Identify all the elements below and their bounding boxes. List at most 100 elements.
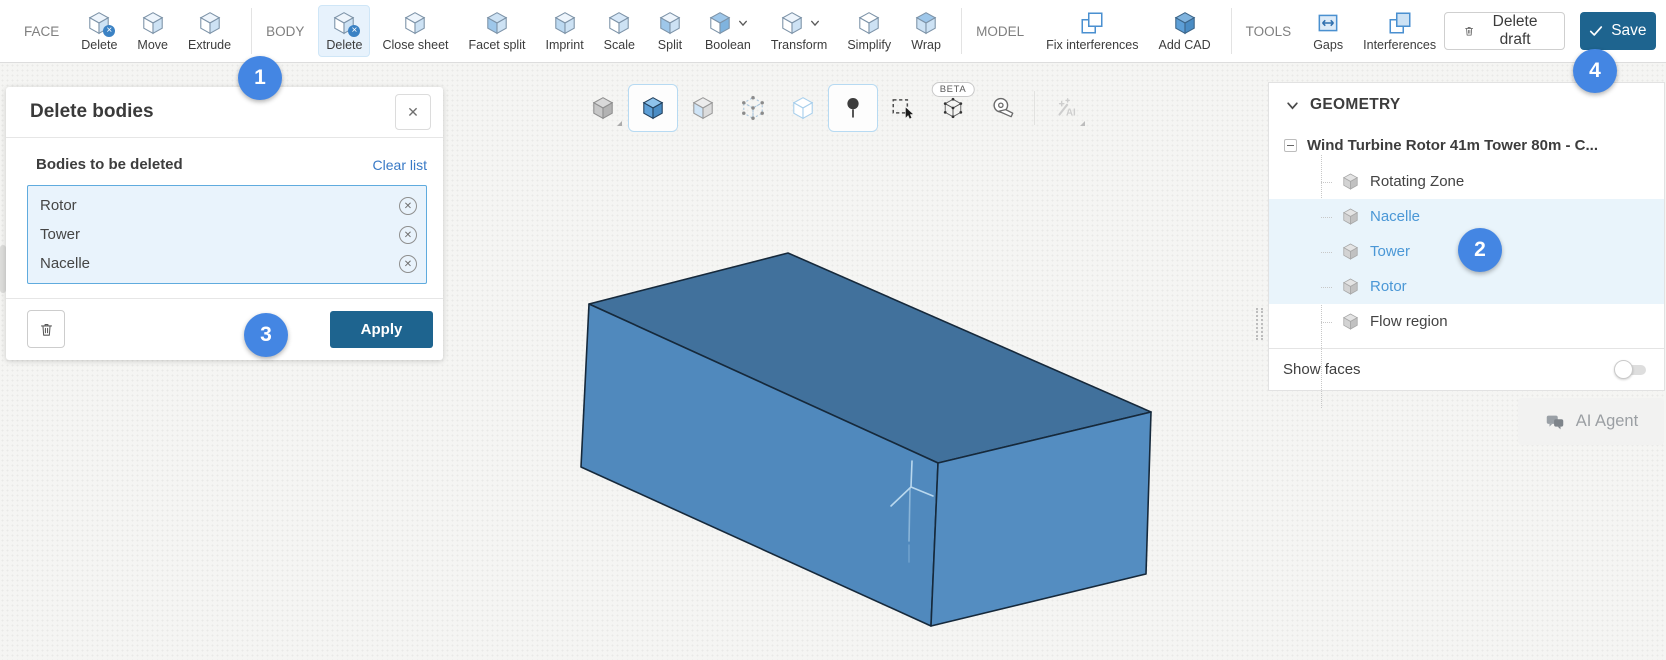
mesh-beta-button[interactable]: BETA [928, 84, 978, 132]
pin-selection-button[interactable] [828, 84, 878, 132]
pin-icon [840, 95, 866, 121]
svg-text:AI: AI [1066, 108, 1076, 119]
beta-badge: BETA [932, 82, 975, 97]
cube-extrude-icon [197, 10, 223, 36]
viewport-toolbar-separator [1034, 91, 1035, 125]
chevron-down-icon[interactable] [810, 18, 820, 28]
topology-cube-icon [942, 97, 964, 119]
body-cube-icon [1341, 312, 1360, 331]
ai-agent-button[interactable]: AI Agent [1518, 398, 1664, 445]
list-item[interactable]: Tower [28, 220, 426, 249]
cube-wrap-icon [913, 10, 939, 36]
ai-tools-button[interactable]: AI [1041, 84, 1091, 132]
overlapping-squares-icon [1079, 10, 1105, 36]
list-item[interactable]: Nacelle [28, 249, 426, 278]
body-split-button[interactable]: Split [647, 5, 693, 57]
tape-measure-icon [990, 95, 1016, 121]
delete-bodies-dialog: Delete bodies Bodies to be deleted Clear… [6, 87, 443, 360]
delete-draft-button[interactable]: Delete draft [1444, 12, 1565, 50]
body-scale-button[interactable]: Scale [596, 5, 643, 57]
save-button[interactable]: Save [1580, 12, 1656, 50]
clear-list-link[interactable]: Clear list [373, 157, 427, 173]
body-imprint-button[interactable]: Imprint [537, 5, 591, 57]
body-transform-button[interactable]: Transform [763, 5, 836, 57]
edge-select-button[interactable] [778, 84, 828, 132]
marquee-cursor-icon [890, 95, 916, 121]
cube-facet-split-icon [484, 10, 510, 36]
cube-scale-icon [606, 10, 632, 36]
face-select-cube-icon [690, 95, 716, 121]
dialog-title: Delete bodies [30, 101, 154, 123]
remove-item-icon[interactable] [399, 255, 417, 273]
model-add-cad-button[interactable]: Add CAD [1151, 5, 1219, 57]
face-delete-button[interactable]: Delete [73, 5, 125, 57]
trash-icon [38, 321, 55, 338]
bodies-section-label: Bodies to be deleted [36, 156, 183, 173]
show-faces-toggle[interactable] [1614, 360, 1646, 379]
body-delete-button[interactable]: Delete [318, 5, 370, 57]
close-icon[interactable] [395, 94, 431, 130]
model-fix-interferences-button[interactable]: Fix interferences [1038, 5, 1146, 57]
panel-resize-handle[interactable] [1256, 308, 1263, 340]
toolbar-separator [251, 8, 252, 54]
body-select-button[interactable] [628, 84, 678, 132]
toolbar-separator [961, 8, 962, 54]
face-move-button[interactable]: Move [129, 5, 176, 57]
body-cube-icon [1341, 172, 1360, 191]
step-badge-4: 4 [1573, 49, 1617, 93]
viewport-canvas[interactable]: BETA AI [0, 63, 1666, 660]
delete-operation-button[interactable] [27, 310, 65, 348]
body-facet-split-button[interactable]: Facet split [461, 5, 534, 57]
view-mode-button[interactable] [578, 84, 628, 132]
interferences-icon [1387, 10, 1413, 36]
solid-cube-icon [590, 95, 616, 121]
list-item[interactable]: Rotor [28, 191, 426, 220]
remove-item-icon[interactable] [399, 226, 417, 244]
tree-item-flow-region[interactable]: Flow region [1269, 304, 1664, 339]
cube-transform-icon [779, 10, 805, 36]
cube-imprint-icon [552, 10, 578, 36]
dialog-header: Delete bodies [6, 87, 443, 138]
body-section-label: BODY [266, 24, 304, 39]
collapse-icon[interactable] [1284, 139, 1297, 152]
tree-item-nacelle[interactable]: Nacelle [1269, 199, 1664, 234]
tools-interferences-button[interactable]: Interferences [1355, 5, 1444, 57]
box-select-button[interactable] [878, 84, 928, 132]
cube-boolean-icon [707, 10, 733, 36]
measure-button[interactable] [978, 84, 1028, 132]
dialog-body: Bodies to be deleted Clear list Rotor To… [6, 138, 443, 284]
gaps-icon [1315, 10, 1341, 36]
cube-simplify-icon [856, 10, 882, 36]
face-extrude-button[interactable]: Extrude [180, 5, 239, 57]
model-tool-group: MODEL Fix interferences Add CAD [974, 5, 1219, 57]
long-press-corner-icon [1080, 121, 1085, 126]
body-wrap-button[interactable]: Wrap [903, 5, 949, 57]
check-icon [1589, 24, 1603, 38]
apply-button[interactable]: Apply [330, 311, 433, 348]
wind-turbine-sketch [891, 461, 933, 562]
body-boolean-button[interactable]: Boolean [697, 5, 759, 57]
long-press-corner-icon [617, 121, 622, 126]
tree-item-rotor[interactable]: Rotor [1269, 269, 1664, 304]
top-toolbar: FACE Delete Move Extrude BODY Delete [0, 0, 1666, 63]
vertex-select-button[interactable] [728, 84, 778, 132]
cad-edit-window: FACE Delete Move Extrude BODY Delete [0, 0, 1666, 660]
chevron-down-icon[interactable] [738, 18, 748, 28]
bodies-to-delete-list[interactable]: Rotor Tower Nacelle [27, 185, 427, 284]
body-tool-group: BODY Delete Close sheet Facet split Impr… [264, 5, 949, 57]
root-geometry-label: Wind Turbine Rotor 41m Tower 80m - C... [1307, 137, 1598, 154]
remove-item-icon[interactable] [399, 197, 417, 215]
body-simplify-button[interactable]: Simplify [839, 5, 899, 57]
face-select-button[interactable] [678, 84, 728, 132]
body-close-sheet-button[interactable]: Close sheet [374, 5, 456, 57]
model-section-label: MODEL [976, 24, 1024, 39]
cube-split-icon [657, 10, 683, 36]
body-select-cube-icon [640, 95, 666, 121]
cube-move-icon [140, 10, 166, 36]
geometry-header-label: GEOMETRY [1310, 96, 1401, 114]
tree-item-rotating-zone[interactable]: Rotating Zone [1269, 164, 1664, 199]
show-faces-label: Show faces [1283, 361, 1614, 378]
tools-gaps-button[interactable]: Gaps [1305, 5, 1351, 57]
tools-tool-group: TOOLS Gaps Interferences [1244, 5, 1445, 57]
tree-root-row[interactable]: Wind Turbine Rotor 41m Tower 80m - C... [1269, 127, 1664, 164]
